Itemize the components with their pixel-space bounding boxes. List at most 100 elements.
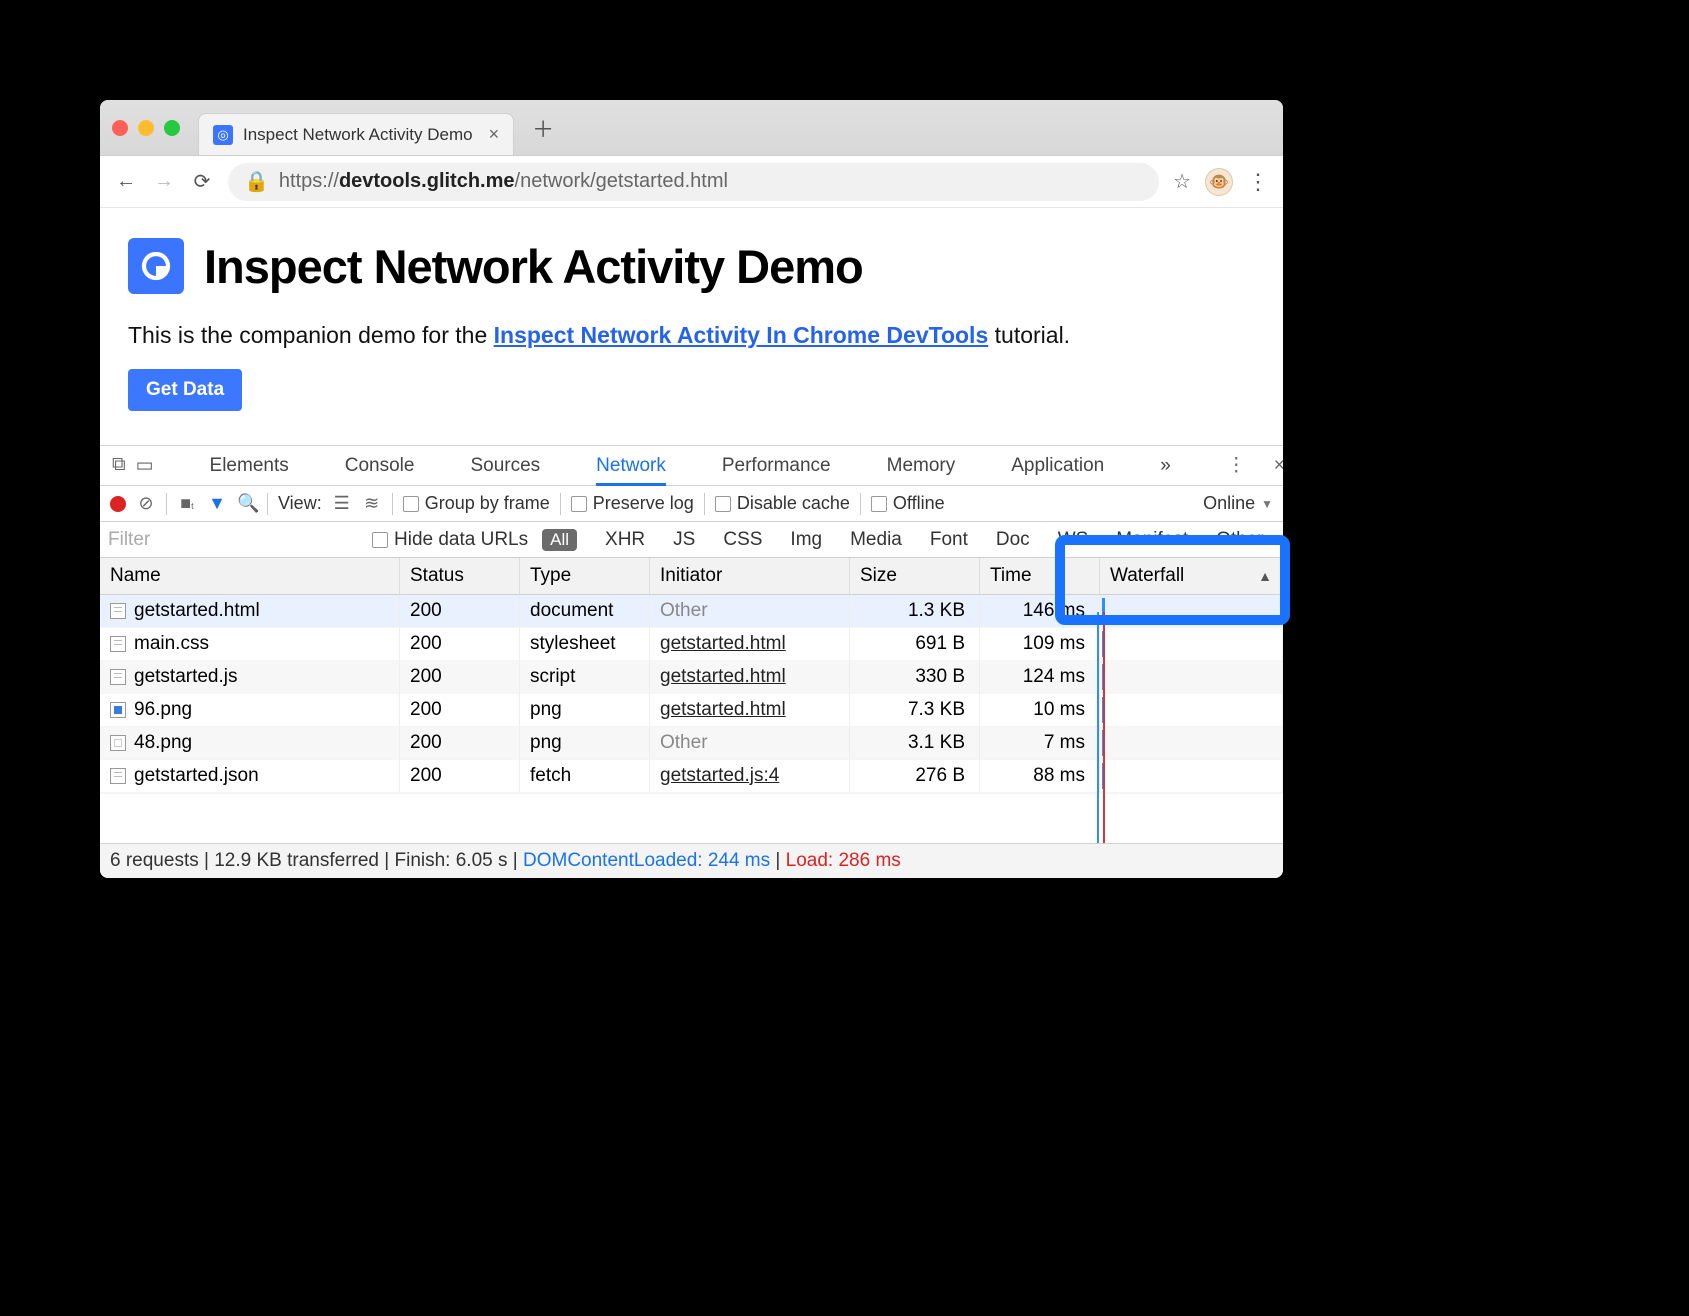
- request-waterfall: [1100, 727, 1283, 760]
- devtools-panel: ⧉ ▭ Elements Console Sources Network Perform…: [100, 445, 1283, 878]
- filter-type-all[interactable]: All: [542, 529, 577, 551]
- bookmark-icon[interactable]: ☆: [1173, 169, 1191, 194]
- request-initiator[interactable]: getstarted.html: [660, 666, 786, 687]
- group-by-frame-checkbox[interactable]: Group by frame: [403, 493, 550, 514]
- col-waterfall[interactable]: Waterfall▲: [1100, 558, 1283, 595]
- browser-tab[interactable]: ◎ Inspect Network Activity Demo ×: [198, 113, 514, 155]
- filter-type-other[interactable]: Other: [1216, 529, 1264, 551]
- load-line: [1103, 612, 1105, 843]
- col-name[interactable]: Name: [100, 558, 400, 595]
- profile-avatar[interactable]: 🐵: [1205, 168, 1233, 196]
- filter-input[interactable]: Filter: [108, 529, 358, 551]
- close-icon[interactable]: [112, 120, 128, 136]
- col-type[interactable]: Type: [520, 558, 650, 595]
- page-intro: This is the companion demo for the Inspe…: [128, 322, 1255, 349]
- overview-icon[interactable]: ≋: [362, 493, 382, 514]
- requests-table: Name Status Type Initiator Size Time Wat…: [100, 558, 1283, 793]
- filter-type-img[interactable]: Img: [790, 529, 822, 551]
- lock-icon: 🔒: [244, 169, 269, 194]
- file-icon: [110, 636, 126, 652]
- clear-icon[interactable]: ⊘: [136, 493, 156, 514]
- reload-icon[interactable]: ⟳: [190, 169, 214, 194]
- device-toggle-icon[interactable]: ▭: [136, 454, 154, 477]
- request-initiator[interactable]: getstarted.html: [660, 633, 786, 654]
- devtools-tab-performance[interactable]: Performance: [722, 455, 831, 477]
- capture-screenshots-icon[interactable]: ■t: [177, 493, 197, 514]
- waterfall-empty-area: [100, 793, 1283, 843]
- url-text: https://devtools.glitch.me/network/getst…: [279, 170, 728, 193]
- request-type: fetch: [520, 760, 650, 793]
- window-controls: [112, 120, 180, 136]
- filter-icon[interactable]: ▼: [207, 493, 227, 514]
- request-name: getstarted.json: [134, 765, 259, 787]
- request-time: 88 ms: [980, 760, 1100, 793]
- devtools-menu-icon[interactable]: ⋮: [1227, 454, 1246, 477]
- col-initiator[interactable]: Initiator: [650, 558, 850, 595]
- filter-type-media[interactable]: Media: [850, 529, 902, 551]
- inspect-icon[interactable]: ⧉: [112, 454, 126, 477]
- devtools-tab-elements[interactable]: Elements: [210, 455, 289, 477]
- devtools-tab-console[interactable]: Console: [345, 455, 415, 477]
- request-size: 7.3 KB: [850, 694, 980, 727]
- request-size: 3.1 KB: [850, 727, 980, 760]
- request-status: 200: [400, 760, 520, 793]
- address-bar[interactable]: 🔒 https://devtools.glitch.me/network/get…: [228, 163, 1159, 201]
- throttling-select[interactable]: Online▼: [1203, 493, 1273, 514]
- file-icon: [110, 669, 126, 685]
- col-time[interactable]: Time: [980, 558, 1100, 595]
- large-rows-icon[interactable]: ☰: [332, 493, 352, 514]
- request-initiator[interactable]: getstarted.html: [660, 699, 786, 720]
- back-icon[interactable]: ←: [114, 170, 138, 193]
- request-waterfall: [1100, 661, 1283, 694]
- forward-icon[interactable]: →: [152, 170, 176, 193]
- filter-type-css[interactable]: CSS: [723, 529, 762, 551]
- preserve-log-checkbox[interactable]: Preserve log: [571, 493, 694, 514]
- browser-menu-icon[interactable]: ⋮: [1247, 169, 1269, 195]
- request-initiator: Other: [660, 732, 708, 753]
- file-icon: [110, 702, 126, 718]
- request-size: 691 B: [850, 628, 980, 661]
- filter-type-ws[interactable]: WS: [1058, 529, 1089, 551]
- request-type: script: [520, 661, 650, 694]
- hide-data-urls-checkbox[interactable]: Hide data URLs: [372, 529, 528, 551]
- col-status[interactable]: Status: [400, 558, 520, 595]
- new-tab-icon[interactable]: ＋: [532, 112, 554, 144]
- network-toolbar: ⊘ ■t ▼ 🔍 View: ☰ ≋ Group by frame Preser…: [100, 486, 1283, 522]
- maximize-icon[interactable]: [164, 120, 180, 136]
- devtools-close-icon[interactable]: ×: [1274, 455, 1283, 477]
- request-name: main.css: [134, 633, 209, 655]
- offline-checkbox[interactable]: Offline: [871, 493, 945, 514]
- tab-title: Inspect Network Activity Demo: [243, 125, 473, 145]
- request-name: 96.png: [134, 699, 192, 721]
- devtools-tab-application[interactable]: Application: [1011, 455, 1104, 477]
- request-initiator[interactable]: getstarted.js:4: [660, 765, 779, 786]
- devtools-tab-memory[interactable]: Memory: [887, 455, 956, 477]
- filter-type-font[interactable]: Font: [930, 529, 968, 551]
- filter-type-js[interactable]: JS: [673, 529, 695, 551]
- request-time: 10 ms: [980, 694, 1100, 727]
- search-icon[interactable]: 🔍: [237, 493, 257, 514]
- filter-type-manifest[interactable]: Manifest: [1116, 529, 1188, 551]
- file-icon: [110, 603, 126, 619]
- request-time: 7 ms: [980, 727, 1100, 760]
- disable-cache-checkbox[interactable]: Disable cache: [715, 493, 850, 514]
- browser-window: ◎ Inspect Network Activity Demo × ＋ ← → …: [100, 100, 1283, 878]
- tab-close-icon[interactable]: ×: [489, 124, 500, 145]
- filter-type-doc[interactable]: Doc: [996, 529, 1030, 551]
- file-icon: [110, 735, 126, 751]
- request-status: 200: [400, 727, 520, 760]
- minimize-icon[interactable]: [138, 120, 154, 136]
- tutorial-link[interactable]: Inspect Network Activity In Chrome DevTo…: [494, 322, 989, 348]
- get-data-button[interactable]: Get Data: [128, 369, 242, 411]
- tabs-overflow-icon[interactable]: »: [1160, 455, 1171, 477]
- record-icon[interactable]: [110, 496, 126, 512]
- request-type: png: [520, 694, 650, 727]
- devtools-tab-sources[interactable]: Sources: [470, 455, 540, 477]
- devtools-tab-network[interactable]: Network: [596, 455, 666, 486]
- request-time: 109 ms: [980, 628, 1100, 661]
- request-waterfall: [1100, 694, 1283, 727]
- sort-indicator-icon: ▲: [1258, 568, 1272, 584]
- request-size: 330 B: [850, 661, 980, 694]
- col-size[interactable]: Size: [850, 558, 980, 595]
- filter-type-xhr[interactable]: XHR: [605, 529, 645, 551]
